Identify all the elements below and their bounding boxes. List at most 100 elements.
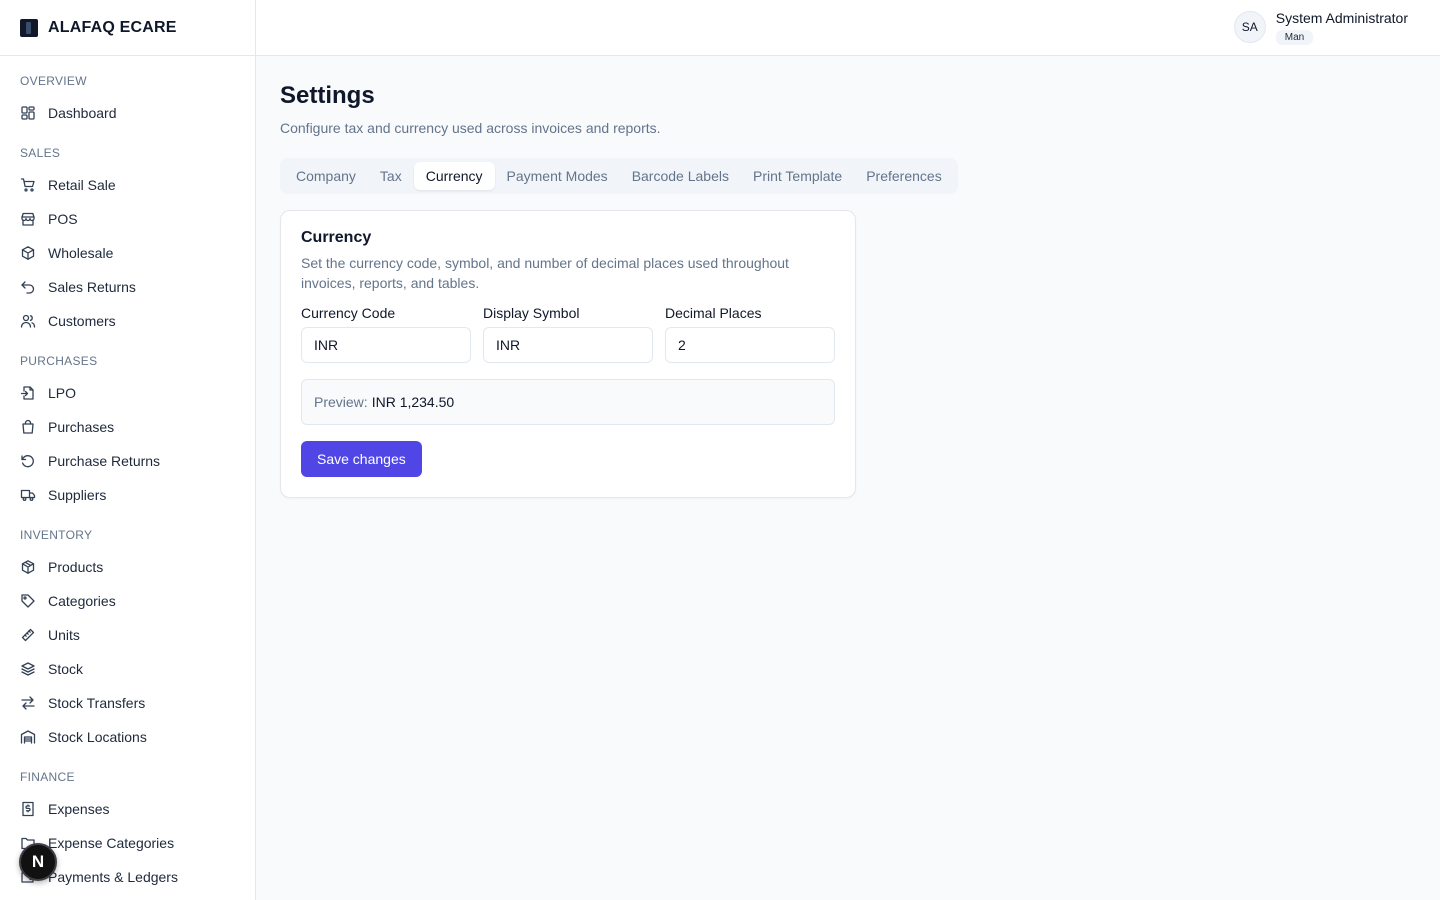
sidebar-item-label: POS [48,211,78,227]
store-icon [20,211,36,227]
currency-preview: Preview: INR 1,234.50 [301,379,835,425]
page-title: Settings [280,82,375,109]
nav-group-inventory: INVENTORY Products Categories Units Stock Sto… [0,526,255,754]
sidebar-item-stock-locations[interactable]: Stock Locations [0,720,255,754]
sidebar-item-sales-returns[interactable]: Sales Returns [0,270,255,304]
dashboard-icon [20,105,36,121]
truck-icon [20,487,36,503]
sidebar-item-stock[interactable]: Stock [0,652,255,686]
arrows-exchange-icon [20,695,36,711]
sidebar-item-label: Stock Transfers [48,695,146,711]
rotate-ccw-icon [20,453,36,469]
dev-tools-button[interactable]: N [19,843,57,881]
sidebar-item-label: Products [48,559,104,575]
tab-currency[interactable]: Currency [413,162,495,190]
tag-icon [20,593,36,609]
sidebar-item-pos[interactable]: POS [0,202,255,236]
sidebar-item-label: Stock [48,661,84,677]
sidebar-item-label: Wholesale [48,245,114,261]
users-icon [20,313,36,329]
currency-code-label: Currency Code [301,305,396,321]
tab-company[interactable]: Company [284,162,368,190]
tab-tax[interactable]: Tax [368,162,414,190]
sidebar-item-lpo[interactable]: LPO [0,376,255,410]
package-icon [20,559,36,575]
sidebar-item-label: LPO [48,385,77,401]
sidebar-item-label: Dashboard [48,105,117,121]
sidebar-item-label: Customers [48,313,116,329]
brand-name: ALAFAQ ECARE [48,18,177,36]
sidebar-nav: OVERVIEW Dashboard SALES Retail Sale POS Whol… [0,56,255,894]
nav-group-purchases: PURCHASES LPO Purchases Purchase Returns Sup… [0,352,255,512]
decimal-places-label: Decimal Places [665,305,762,321]
sidebar-item-purchases[interactable]: Purchases [0,410,255,444]
main-content: Settings Configure tax and currency used… [280,56,1410,498]
currency-code-group: Currency Code [301,305,471,363]
sidebar-item-expenses[interactable]: Expenses [0,792,255,826]
display-symbol-group: Display Symbol [483,305,653,363]
ruler-icon [20,627,36,643]
decimal-places-input[interactable] [665,327,835,363]
sidebar-item-customers[interactable]: Customers [0,304,255,338]
sidebar-item-label: Units [48,627,80,643]
display-symbol-input[interactable] [483,327,653,363]
sidebar-item-suppliers[interactable]: Suppliers [0,478,255,512]
currency-code-input[interactable] [301,327,471,363]
user-menu[interactable]: SA System Administrator Man [1233,9,1408,45]
display-symbol-label: Display Symbol [483,305,580,321]
brand[interactable]: ALAFAQ ECARE [0,0,255,56]
sidebar-item-wholesale[interactable]: Wholesale [0,236,255,270]
sidebar-item-categories[interactable]: Categories [0,584,255,618]
sidebar-item-label: Categories [48,593,116,609]
sidebar-item-units[interactable]: Units [0,618,255,652]
tab-payment-modes[interactable]: Payment Modes [495,162,620,190]
sidebar-item-label: Purchases [48,419,115,435]
layers-icon [20,661,36,677]
undo-icon [20,279,36,295]
nav-section-title: PURCHASES [20,354,98,368]
card-title: Currency [301,229,372,246]
decimal-places-group: Decimal Places [665,305,835,363]
sidebar-item-label: Sales Returns [48,279,136,295]
sidebar-item-label: Expenses [48,801,110,817]
receipt-icon [20,801,36,817]
sidebar-item-purchase-returns[interactable]: Purchase Returns [0,444,255,478]
sidebar-item-stock-transfers[interactable]: Stock Transfers [0,686,255,720]
sidebar: ALAFAQ ECARE OVERVIEW Dashboard SALES Retai… [0,0,256,900]
sidebar-item-label: Expense Categories [48,835,175,851]
sidebar-item-label: Suppliers [48,487,107,503]
nav-section-title: INVENTORY [20,528,93,542]
sidebar-item-label: Stock Locations [48,729,147,745]
nav-group-sales: SALES Retail Sale POS Wholesale Sales Return… [0,144,255,338]
cart-icon [20,177,36,193]
currency-fields: Currency Code Display Symbol Decimal Pla… [301,305,835,363]
shopping-bag-icon [20,419,36,435]
topbar: SA System Administrator Man [256,0,1440,56]
sidebar-item-label: Payments & Ledgers [48,869,178,885]
nav-section-title: SALES [20,146,61,160]
card-description: Set the currency code, symbol, and numbe… [301,255,789,291]
sidebar-item-label: Purchase Returns [48,453,161,469]
avatar[interactable]: SA [1233,11,1266,43]
file-import-icon [20,385,36,401]
sidebar-item-dashboard[interactable]: Dashboard [0,96,255,130]
currency-card: Currency Set the currency code, symbol, … [280,210,856,498]
boxes-icon [20,245,36,261]
page-subtitle: Configure tax and currency used across i… [280,120,661,136]
nav-section-title: FINANCE [20,770,75,784]
nav-section-title: OVERVIEW [20,74,87,88]
preview-value: INR 1,234.50 [371,394,455,410]
sidebar-item-retail-sale[interactable]: Retail Sale [0,168,255,202]
tab-print-template[interactable]: Print Template [741,162,854,190]
tab-preferences[interactable]: Preferences [854,162,953,190]
preview-label: Preview: [314,394,368,410]
user-role-badge: Man [1275,30,1314,45]
tab-barcode-labels[interactable]: Barcode Labels [620,162,741,190]
nav-group-overview: OVERVIEW Dashboard [0,72,255,130]
brand-logo-icon [20,18,38,37]
sidebar-item-label: Retail Sale [48,177,116,193]
warehouse-icon [20,729,36,745]
sidebar-item-products[interactable]: Products [0,550,255,584]
settings-tabs: Company Tax Currency Payment Modes Barco… [280,158,958,194]
save-button[interactable]: Save changes [301,441,422,477]
